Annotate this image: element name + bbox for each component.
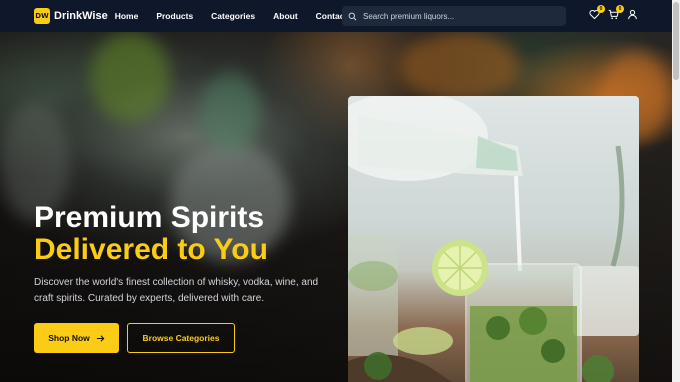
cocktail-illustration bbox=[348, 96, 639, 382]
browse-categories-button[interactable]: Browse Categories bbox=[127, 323, 235, 353]
hero-drink-image bbox=[348, 96, 639, 382]
page-scrollbar[interactable] bbox=[672, 0, 680, 382]
logo-text[interactable]: DrinkWise bbox=[54, 10, 108, 22]
shop-now-button[interactable]: Shop Now bbox=[34, 323, 119, 353]
hero-description: Discover the world's finest collection o… bbox=[34, 277, 319, 304]
nav-link-categories[interactable]: Categories bbox=[211, 11, 255, 21]
browse-categories-label: Browse Categories bbox=[142, 333, 220, 343]
wishlist-count-badge: 0 bbox=[597, 5, 605, 13]
search-bar bbox=[342, 6, 566, 26]
logo-badge[interactable]: DW bbox=[34, 8, 50, 24]
shop-now-label: Shop Now bbox=[48, 333, 90, 343]
wishlist-button[interactable]: 0 bbox=[589, 5, 605, 20]
cart-button[interactable]: 0 bbox=[608, 5, 624, 20]
cart-count-badge: 0 bbox=[616, 5, 624, 13]
navbar: DW DrinkWise Home Products Categories Ab… bbox=[0, 0, 672, 32]
nav-links: Home Products Categories About Contact bbox=[115, 11, 366, 21]
nav-link-about[interactable]: About bbox=[273, 11, 298, 21]
nav-link-products[interactable]: Products bbox=[156, 11, 193, 21]
arrow-right-icon bbox=[96, 334, 105, 342]
hero-title-line1: Premium Spirits bbox=[34, 201, 265, 234]
hero-title: Premium Spirits Delivered to You bbox=[34, 202, 268, 266]
nav-link-home[interactable]: Home bbox=[115, 11, 139, 21]
hero-title-line2: Delivered to You bbox=[34, 233, 268, 266]
user-icon bbox=[628, 9, 637, 20]
search-icon bbox=[348, 12, 357, 20]
account-button[interactable] bbox=[627, 9, 638, 20]
scrollbar-thumb[interactable] bbox=[673, 2, 679, 80]
search-input[interactable] bbox=[363, 11, 563, 21]
hero-section: Premium Spirits Delivered to You Discove… bbox=[0, 32, 672, 382]
nav-icons: 0 0 bbox=[589, 5, 638, 20]
